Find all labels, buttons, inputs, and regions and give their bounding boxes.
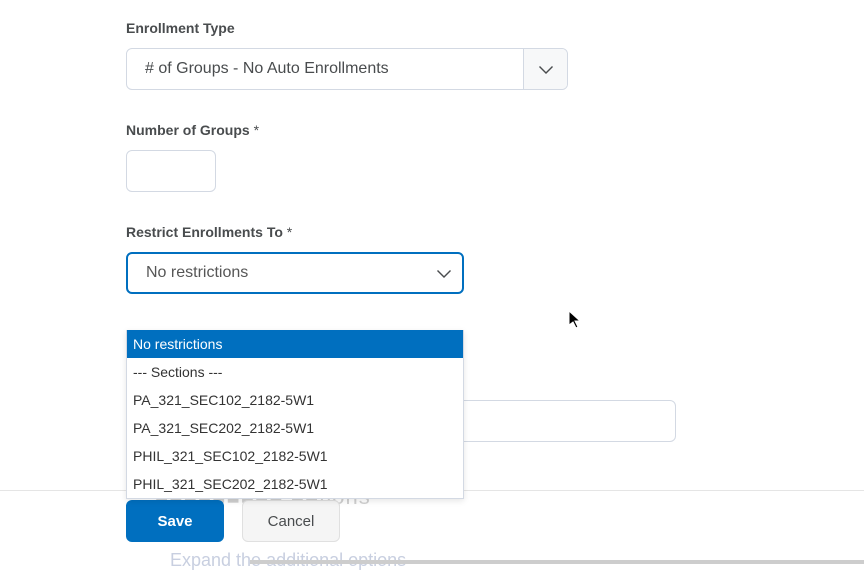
required-marker: * [254,122,259,138]
cancel-button[interactable]: Cancel [242,500,340,542]
enrollment-type-caret[interactable] [523,49,567,89]
dropdown-option[interactable]: PHIL_321_SEC102_2182-5W1 [127,442,463,470]
enrollment-type-label: Enrollment Type [126,20,864,36]
number-of-groups-input[interactable] [126,150,216,192]
chevron-down-icon [539,65,553,74]
restrict-enrollments-input[interactable] [128,264,426,282]
enrollment-type-value: # of Groups - No Auto Enrollments [127,49,523,89]
required-marker: * [287,224,292,240]
restrict-enrollments-dropdown[interactable]: No restrictions--- Sections ---PA_321_SE… [126,330,464,499]
restrict-enrollments-combobox[interactable] [126,252,464,294]
chevron-down-icon [437,269,451,278]
dropdown-option[interactable]: PA_321_SEC202_2182-5W1 [127,414,463,442]
restrict-enrollments-label: Restrict Enrollments To * [126,224,864,240]
enrollment-type-select[interactable]: # of Groups - No Auto Enrollments [126,48,568,90]
restrict-enrollments-caret[interactable] [426,254,462,292]
number-of-groups-label: Number of Groups * [126,122,864,138]
bottom-shadow [250,560,864,564]
save-button[interactable]: Save [126,500,224,542]
dropdown-option[interactable]: --- Sections --- [127,358,463,386]
dropdown-option[interactable]: PHIL_321_SEC202_2182-5W1 [127,470,463,498]
dropdown-option[interactable]: PA_321_SEC102_2182-5W1 [127,386,463,414]
mouse-cursor [568,310,584,330]
dropdown-option[interactable]: No restrictions [127,330,463,358]
